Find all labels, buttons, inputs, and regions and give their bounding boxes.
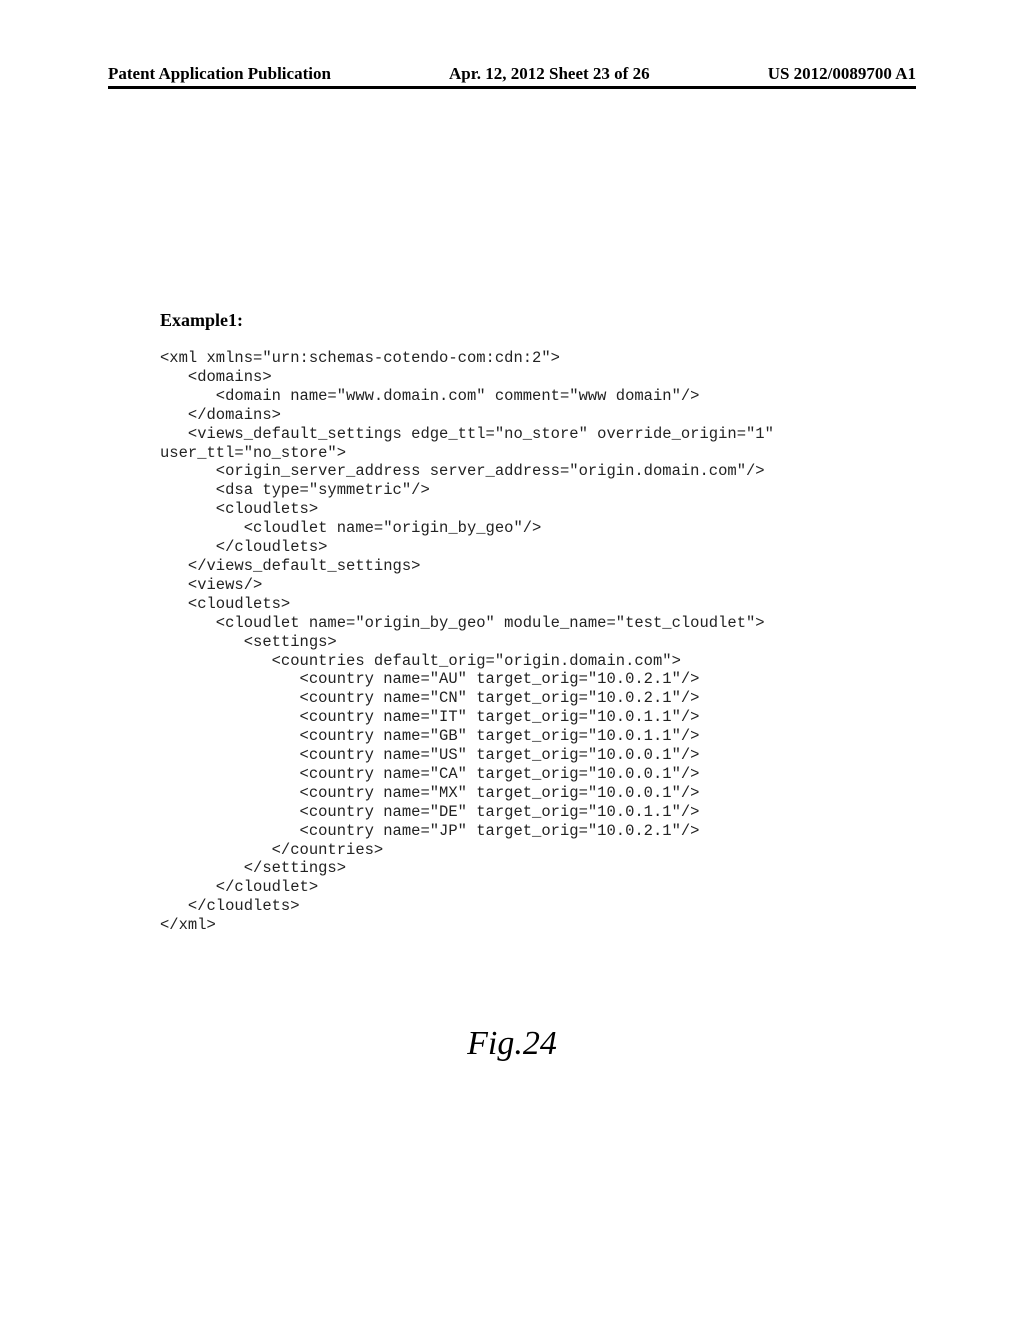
content-area: Example1: <xml xmlns="urn:schemas-cotend… bbox=[160, 310, 894, 935]
figure-label: Fig.24 bbox=[0, 1025, 1024, 1063]
example-heading: Example1: bbox=[160, 310, 894, 331]
header-publication-type: Patent Application Publication bbox=[108, 64, 331, 84]
page: Patent Application Publication Apr. 12, … bbox=[0, 0, 1024, 1320]
xml-code-block: <xml xmlns="urn:schemas-cotendo-com:cdn:… bbox=[160, 349, 894, 935]
header-date-sheet: Apr. 12, 2012 Sheet 23 of 26 bbox=[449, 64, 650, 84]
header-publication-number: US 2012/0089700 A1 bbox=[768, 64, 916, 84]
header-rule bbox=[108, 86, 916, 89]
page-header: Patent Application Publication Apr. 12, … bbox=[108, 64, 916, 84]
